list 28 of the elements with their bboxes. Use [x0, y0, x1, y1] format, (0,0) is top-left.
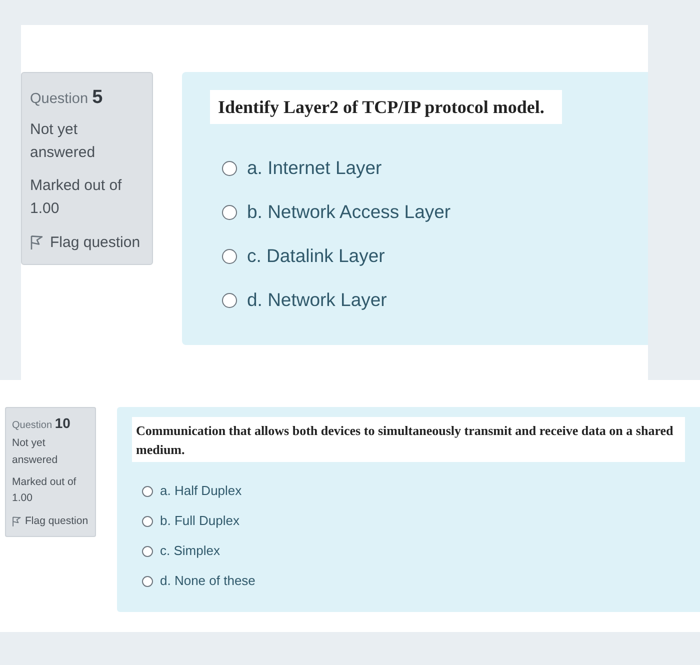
question-number-label: Question 10: [12, 415, 72, 431]
option-label[interactable]: c. Simplex: [160, 541, 220, 561]
question-text: Communication that allows both devices to simultaneously transmit and receive data on a shared medium.: [132, 417, 685, 462]
option-label[interactable]: c. Datalink Layer: [247, 242, 385, 270]
radio-button[interactable]: [142, 546, 153, 556]
radio-button[interactable]: [142, 576, 153, 586]
option-label[interactable]: b. Full Duplex: [160, 511, 240, 531]
option-label[interactable]: a. Half Duplex: [160, 481, 242, 501]
flag-icon: [30, 235, 43, 250]
option-label[interactable]: b. Network Access Layer: [247, 198, 451, 226]
marks-text: Marked out of 1.00: [30, 176, 123, 219]
radio-button[interactable]: [222, 204, 237, 220]
option-label[interactable]: d. None of these: [160, 571, 256, 591]
radio-button[interactable]: [222, 160, 237, 176]
status-text: Not yet answered: [12, 436, 59, 468]
flag-question-link[interactable]: Flag question: [12, 513, 95, 529]
flag-icon: [12, 516, 21, 526]
radio-button[interactable]: [222, 248, 237, 264]
radio-button[interactable]: [142, 486, 153, 496]
radio-button[interactable]: [222, 292, 237, 308]
option-label[interactable]: a. Internet Layer: [247, 154, 382, 182]
radio-button[interactable]: [142, 516, 153, 526]
question-text: Identify Layer2 of TCP/IP protocol model.: [210, 90, 562, 124]
marks-text: Marked out of 1.00: [12, 475, 78, 506]
question-number-label: Question 5: [30, 86, 104, 110]
status-text: Not yet answered: [30, 120, 96, 163]
option-label[interactable]: d. Network Layer: [247, 286, 387, 314]
flag-question-link[interactable]: Flag question: [30, 231, 152, 254]
